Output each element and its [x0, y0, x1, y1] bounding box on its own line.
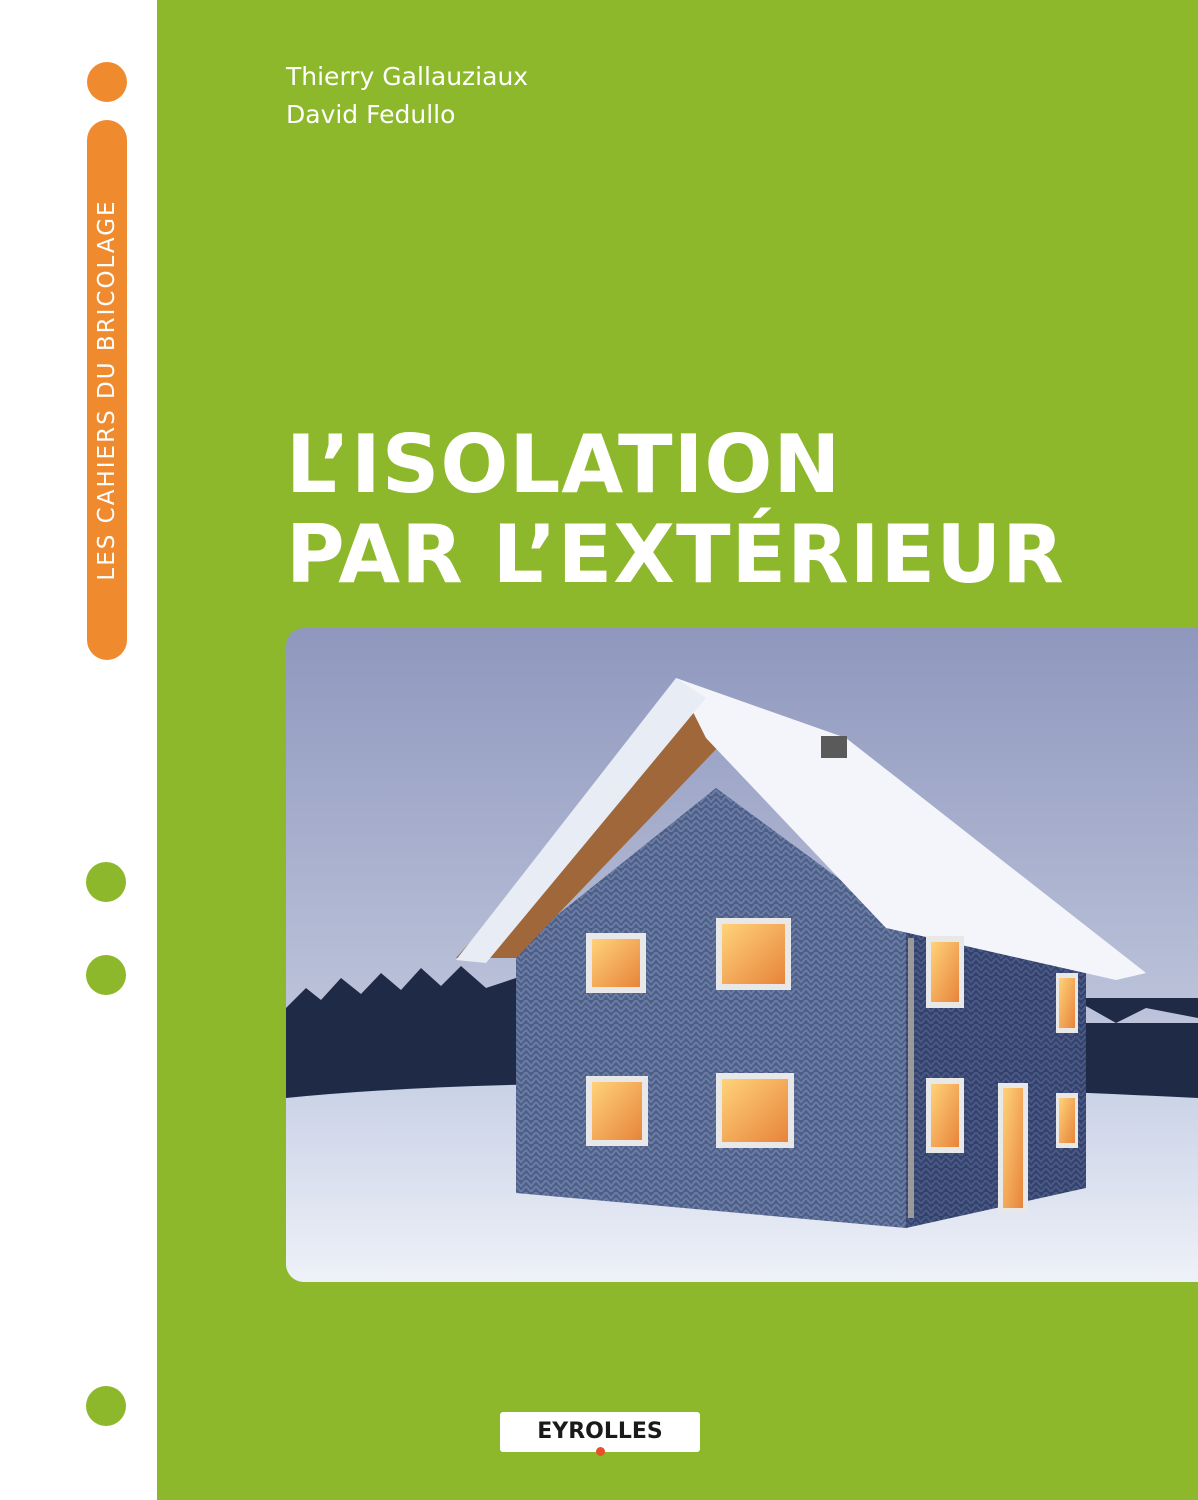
publisher-logo: EYROLLES	[500, 1412, 700, 1452]
title-line: L’ISOLATION	[286, 418, 842, 511]
author-name: David Fedullo	[286, 100, 456, 129]
green-binder-dot-icon	[86, 1386, 126, 1426]
publisher-name: EYROLLES	[537, 1419, 663, 1444]
green-binder-dot-icon	[86, 862, 126, 902]
author-name: Thierry Gallauziaux	[286, 62, 529, 91]
book-title: L’ISOLATION PAR L’EXTÉRIEUR	[286, 420, 1065, 600]
authors: Thierry Gallauziaux David Fedullo	[286, 58, 528, 134]
orange-binder-dot-icon	[87, 62, 127, 102]
knitted-house-in-snow-photo-icon	[286, 628, 1198, 1282]
green-binder-dot-icon	[86, 955, 126, 995]
title-line: PAR L’EXTÉRIEUR	[286, 508, 1065, 601]
series-label: LES CAHIERS DU BRICOLAGE	[94, 199, 120, 581]
publisher-dot-icon	[596, 1447, 605, 1456]
cover-photo	[286, 628, 1198, 1282]
left-white-strip	[0, 0, 157, 1500]
